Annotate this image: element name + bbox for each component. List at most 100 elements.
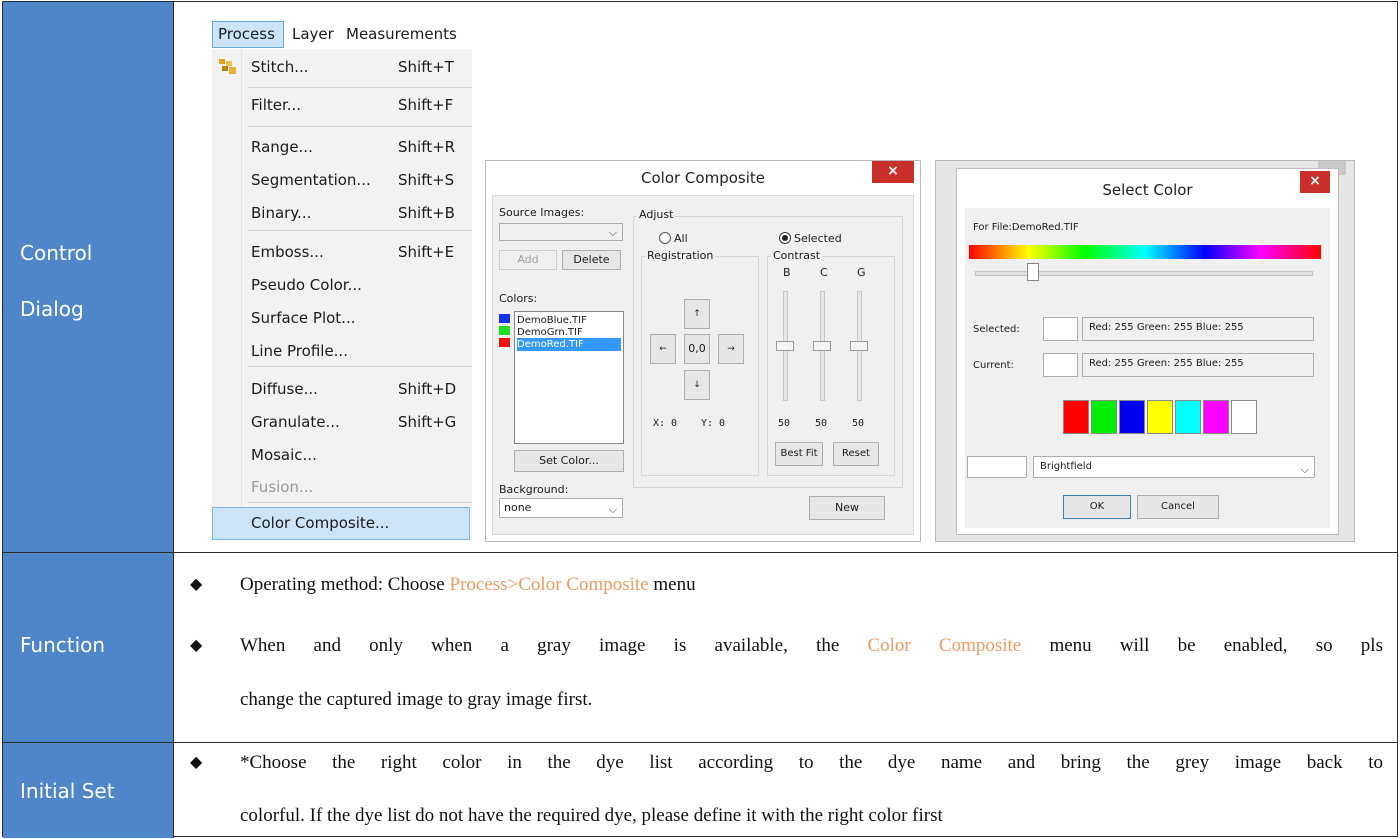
menu-item-line-profile[interactable]: Line Profile... xyxy=(212,335,472,368)
menubar-layer[interactable]: Layer xyxy=(292,25,334,43)
set-color-button[interactable]: Set Color... xyxy=(514,450,624,472)
composite-close-button[interactable]: × xyxy=(872,161,914,183)
channel-g-value: 50 xyxy=(852,418,865,429)
select-color-title: Select Color xyxy=(1102,181,1193,199)
screenshot-cell: Process Layer Measurements Stitch... Shi… xyxy=(174,2,1397,553)
menu-item-granulate[interactable]: Granulate... Shift+G xyxy=(212,406,472,439)
reg-right-button[interactable]: → xyxy=(718,334,744,364)
palette-swatch-magenta[interactable] xyxy=(1203,400,1229,434)
radio-all[interactable] xyxy=(659,232,671,244)
palette-swatch-yellow[interactable] xyxy=(1147,400,1173,434)
delete-button[interactable]: Delete xyxy=(562,250,621,270)
menu-item-color-composite[interactable]: Color Composite... xyxy=(212,507,470,540)
reg-up-button[interactable]: ↑ xyxy=(684,299,710,329)
reg-x-value: X: 0 xyxy=(653,418,678,429)
channel-b-label: B xyxy=(783,266,791,279)
slider-thumb-c[interactable] xyxy=(813,341,831,351)
menu-separator xyxy=(248,502,472,503)
hue-slider-thumb[interactable] xyxy=(1027,263,1039,281)
for-file-label: For File:DemoRed.TIF xyxy=(973,222,1079,233)
composite-body: Source Images: ⌵ Add Delete Colors: Demo… xyxy=(492,195,914,535)
radio-selected[interactable] xyxy=(779,232,791,244)
composite-title: Color Composite xyxy=(641,169,765,187)
adjust-label: Adjust xyxy=(637,208,676,221)
initial-set-line2: colorful. If the dye list do not have th… xyxy=(240,805,943,826)
best-fit-button[interactable]: Best Fit xyxy=(775,442,823,466)
radio-dot xyxy=(782,235,788,241)
files-listbox[interactable]: DemoBlue.TIF DemoGrn.TIF DemoRed.TIF xyxy=(514,311,624,444)
radio-all-label: All xyxy=(674,232,688,245)
menu-separator xyxy=(248,230,472,231)
menu-item-segmentation[interactable]: Segmentation... Shift+S xyxy=(212,164,472,197)
dye-select[interactable]: Brightfield ⌵ xyxy=(1033,456,1315,478)
current-color-swatch xyxy=(1043,353,1078,377)
menu-item-pseudo-color[interactable]: Pseudo Color... xyxy=(212,269,472,302)
current-color-value: Red: 255 Green: 255 Blue: 255 xyxy=(1082,353,1314,377)
file-item-selected[interactable]: DemoRed.TIF xyxy=(517,338,621,351)
bullet1-highlight: Process>Color Composite xyxy=(449,574,649,595)
palette-swatch-green[interactable] xyxy=(1091,400,1117,434)
document-table: Control Dialog Process Layer Measurement… xyxy=(2,1,1398,838)
slider-thumb-b[interactable] xyxy=(776,341,794,351)
menu-item-binary[interactable]: Binary... Shift+B xyxy=(212,197,472,230)
menu-item-filter[interactable]: Filter... Shift+F xyxy=(212,89,472,122)
bullet2-suffix: menu will be enabled, so pls xyxy=(1021,635,1383,656)
cancel-button[interactable]: Cancel xyxy=(1137,495,1219,519)
selected-color-label: Selected: xyxy=(973,324,1020,335)
palette-swatch-red[interactable] xyxy=(1063,400,1089,434)
menu-item-mosaic[interactable]: Mosaic... xyxy=(212,439,472,472)
reg-down-button[interactable]: ↓ xyxy=(684,370,710,400)
menu-item-diffuse[interactable]: Diffuse... Shift+D xyxy=(212,373,472,406)
add-button[interactable]: Add xyxy=(499,250,557,270)
color-composite-dialog: Color Composite × Source Images: ⌵ Add D… xyxy=(485,160,921,542)
bullet-icon: ◆ xyxy=(190,576,203,593)
palette-swatch-cyan[interactable] xyxy=(1175,400,1201,434)
bullet1-prefix: Operating method: Choose xyxy=(240,574,450,595)
menu-separator xyxy=(248,126,472,127)
function-label: Function xyxy=(20,633,106,657)
row-control-dialog: Control Dialog Process Layer Measurement… xyxy=(3,2,1397,553)
menubar-measurements[interactable]: Measurements xyxy=(346,25,457,43)
menu-separator xyxy=(248,87,472,88)
channel-c-value: 50 xyxy=(815,418,828,429)
selected-color-swatch xyxy=(1043,317,1078,341)
bullet-icon: ◆ xyxy=(190,637,203,654)
menu-item-stitch[interactable]: Stitch... Shift+T xyxy=(212,51,472,84)
initial-set-content: ◆ *Choose the right color in the dye lis… xyxy=(174,743,1397,838)
select-close-button[interactable]: × xyxy=(1300,171,1330,193)
menu-item-fusion: Fusion... xyxy=(251,478,314,496)
color-swatch-blue xyxy=(499,314,510,323)
initial-set-label: Initial Set xyxy=(20,779,115,803)
new-button[interactable]: New xyxy=(809,496,885,520)
color-swatch-red xyxy=(499,338,510,347)
reg-left-button[interactable]: ← xyxy=(650,334,676,364)
ok-button[interactable]: OK xyxy=(1063,495,1131,519)
stitch-icon xyxy=(219,59,236,74)
registration-group xyxy=(641,256,759,476)
radio-selected-label: Selected xyxy=(794,232,842,245)
bullet2-prefix: When and only when a gray image is avail… xyxy=(240,635,868,656)
palette-swatch-blue[interactable] xyxy=(1119,400,1145,434)
palette-swatch-white[interactable] xyxy=(1231,400,1257,434)
menu-item-surface-plot[interactable]: Surface Plot... xyxy=(212,302,472,335)
menubar-process[interactable]: Process xyxy=(218,25,275,43)
source-images-combo[interactable]: ⌵ xyxy=(499,223,623,241)
bullet1-suffix: menu xyxy=(648,574,696,595)
hue-gradient[interactable] xyxy=(969,245,1321,259)
background-value: none xyxy=(504,501,532,514)
hue-slider-track xyxy=(975,271,1313,276)
menu-item-range[interactable]: Range... Shift+R xyxy=(212,131,472,164)
reset-button[interactable]: Reset xyxy=(833,442,879,466)
chevron-down-icon: ⌵ xyxy=(1300,463,1309,476)
reg-center-button[interactable]: 0,0 xyxy=(684,334,710,364)
background-select[interactable]: none ⌵ xyxy=(499,498,623,518)
selected-color-value: Red: 255 Green: 255 Blue: 255 xyxy=(1082,317,1314,341)
select-color-dialog: Select Color × For File:DemoRed.TIF Sele… xyxy=(956,168,1339,535)
row-initial-set: Initial Set ◆ *Choose the right color in… xyxy=(3,742,1397,838)
registration-label: Registration xyxy=(645,249,716,262)
slider-thumb-g[interactable] xyxy=(850,341,868,351)
control-label-line2: Dialog xyxy=(20,297,84,321)
current-color-label: Current: xyxy=(973,360,1014,371)
menu-item-emboss[interactable]: Emboss... Shift+E xyxy=(212,236,472,269)
label-cell-initial-set: Initial Set xyxy=(3,743,174,838)
